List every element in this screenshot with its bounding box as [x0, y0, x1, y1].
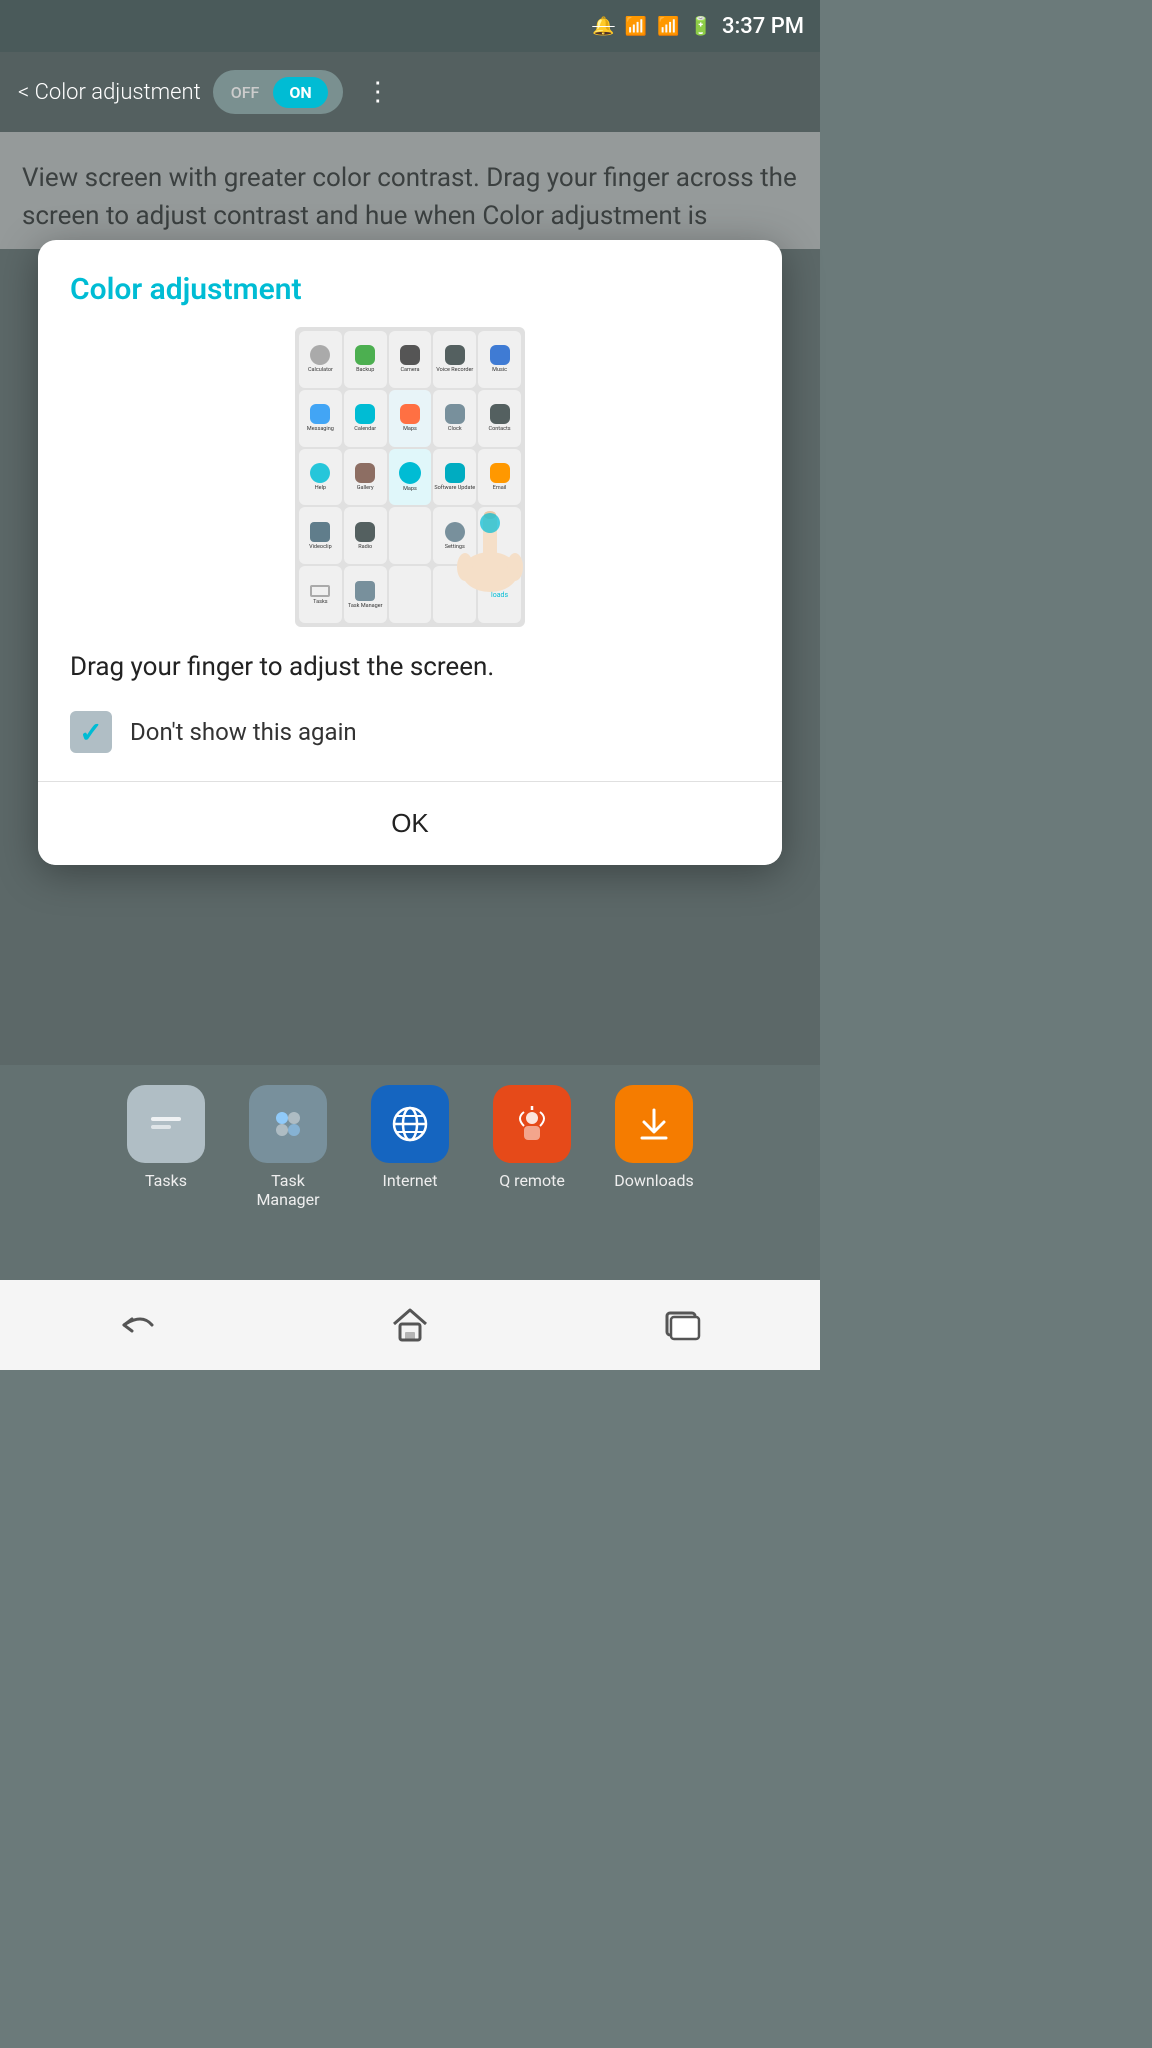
signal-icon: 📶: [657, 16, 679, 37]
app-cell: Task Manager: [344, 566, 387, 623]
toggle-switch[interactable]: OFF ON: [213, 70, 343, 114]
app-cell: Calendar: [344, 390, 387, 447]
back-button[interactable]: < Color adjustment: [18, 80, 201, 105]
dock-item-qremote[interactable]: Q remote: [482, 1085, 582, 1190]
toggle-off-label: OFF: [217, 77, 274, 108]
checkmark-icon: ✓: [79, 716, 102, 749]
app-cell: Tasks: [299, 566, 342, 623]
dock-item-downloads[interactable]: Downloads: [604, 1085, 704, 1190]
navigation-bar: [0, 1280, 820, 1370]
dont-show-label: Don't show this again: [130, 718, 357, 746]
task-manager-label: Task Manager: [238, 1171, 338, 1209]
internet-label: Internet: [383, 1171, 438, 1190]
color-adjustment-dialog: Color adjustment Calculator Backup Camer…: [38, 240, 782, 865]
dock-item-task-manager[interactable]: Task Manager: [238, 1085, 338, 1209]
tasks-label: Tasks: [145, 1171, 187, 1190]
ok-button[interactable]: OK: [38, 781, 782, 865]
app-cell: Camera: [389, 331, 432, 388]
app-dock: Tasks Task Manager: [0, 1065, 820, 1280]
app-cell: Music: [478, 331, 521, 388]
downloads-icon: [615, 1085, 693, 1163]
home-nav-icon: [390, 1306, 430, 1344]
task-manager-icon: [249, 1085, 327, 1163]
wifi-icon: 📶: [625, 16, 647, 37]
app-cell: [389, 566, 432, 623]
app-cell: Voice Recorder: [433, 331, 476, 388]
dialog-illustration: Calculator Backup Camera Voice Recorder …: [295, 327, 525, 627]
internet-icon: [371, 1085, 449, 1163]
dont-show-checkbox[interactable]: ✓: [70, 711, 112, 753]
app-cell: [389, 507, 432, 564]
mute-icon: 🔔: [592, 16, 614, 37]
recent-apps-nav-icon: [661, 1307, 705, 1343]
checkbox-row: ✓ Don't show this again: [70, 711, 750, 753]
dialog-instruction: Drag your finger to adjust the screen.: [70, 649, 750, 685]
app-cell: Backup: [344, 331, 387, 388]
app-cell: Calculator: [299, 331, 342, 388]
more-options-icon[interactable]: ⋮: [365, 77, 391, 107]
dialog-title: Color adjustment: [70, 272, 750, 307]
app-cell: Gallery: [344, 449, 387, 506]
app-cell: Videoclip: [299, 507, 342, 564]
app-cell: Help: [299, 449, 342, 506]
qremote-label: Q remote: [499, 1171, 565, 1190]
battery-icon: 🔋: [690, 16, 712, 37]
status-icons: 🔔 📶 📶 🔋 3:37 PM: [592, 14, 804, 39]
app-cell: Contacts: [478, 390, 521, 447]
tasks-icon: [127, 1085, 205, 1163]
dock-items-row: Tasks Task Manager: [96, 1085, 724, 1209]
app-bar: < Color adjustment OFF ON ⋮: [0, 52, 820, 132]
nav-home-button[interactable]: [370, 1295, 450, 1355]
nav-recent-button[interactable]: [643, 1295, 723, 1355]
app-cell: Radio: [344, 507, 387, 564]
status-bar: 🔔 📶 📶 🔋 3:37 PM: [0, 0, 820, 52]
toggle-on-label: ON: [273, 77, 327, 108]
qremote-icon: [493, 1085, 571, 1163]
finger-gesture-icon: [445, 497, 525, 627]
dock-item-tasks[interactable]: Tasks: [116, 1085, 216, 1190]
downloads-label: Downloads: [614, 1171, 693, 1190]
app-cell: Maps: [389, 449, 432, 506]
dock-item-internet[interactable]: Internet: [360, 1085, 460, 1190]
status-time: 3:37 PM: [722, 14, 804, 39]
app-cell: Maps: [389, 390, 432, 447]
nav-back-button[interactable]: [97, 1295, 177, 1355]
back-nav-icon: [112, 1307, 162, 1343]
app-cell: Messaging: [299, 390, 342, 447]
app-cell: Clock: [433, 390, 476, 447]
